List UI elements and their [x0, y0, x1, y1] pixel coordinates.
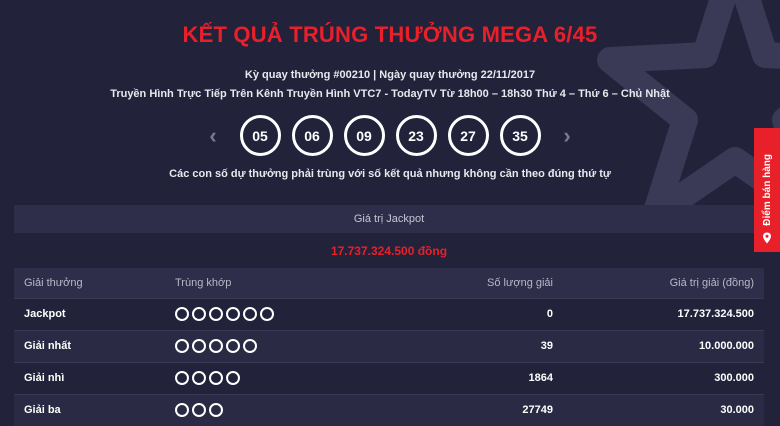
match-circle-icon [243, 307, 257, 321]
points-of-sale-tab[interactable]: Điểm bán hàng [754, 128, 780, 252]
number-ball: 06 [291, 115, 333, 156]
match-circle-icon [192, 371, 206, 385]
prize-count: 39 [335, 329, 563, 362]
number-ball: 23 [395, 115, 437, 156]
match-circle-icon [175, 339, 189, 353]
table-header-row: Giải thưởng Trùng khớp Số lượng giải Giá… [14, 268, 764, 298]
number-ball: 09 [343, 115, 385, 156]
match-circle-icon [209, 307, 223, 321]
prize-value: 17.737.324.500 [563, 297, 764, 330]
col-matches-header: Trùng khớp [175, 276, 232, 289]
prize-table: Giải thưởng Trùng khớp Số lượng giải Giá… [14, 268, 764, 426]
prize-count: 27749 [335, 393, 563, 426]
match-circle-icon [175, 403, 189, 418]
number-ball: 05 [239, 115, 281, 156]
table-row: Jackpot 0 17.737.324.500 [14, 297, 764, 330]
page-title: KẾT QUẢ TRÚNG THƯỞNG MEGA 6/45 [182, 22, 598, 47]
match-circle-icon [175, 371, 189, 385]
match-circle-icon [209, 371, 223, 385]
match-circle-icon [192, 307, 206, 321]
prize-count: 0 [335, 297, 563, 330]
prize-name: Jackpot [14, 297, 165, 330]
map-pin-icon [763, 232, 771, 244]
jackpot-value: 17.737.324.500 đồng [330, 244, 448, 258]
match-circle-icon [175, 307, 189, 321]
match-indicator [165, 393, 335, 426]
prize-value: 300.000 [563, 361, 764, 394]
order-note: Các con số dự thưởng phải trùng với số k… [169, 168, 611, 180]
broadcast-info: Truyền Hình Trực Tiếp Trên Kênh Truyền H… [110, 88, 670, 100]
side-tab-label: Điểm bán hàng [761, 154, 773, 226]
chevron-right-icon[interactable]: › [556, 123, 578, 149]
match-indicator [165, 329, 335, 362]
match-circle-icon [192, 339, 206, 353]
match-circle-icon [209, 339, 223, 353]
draw-info: Kỳ quay thưởng #00210 | Ngày quay thưởng… [244, 69, 536, 81]
prize-count: 1864 [335, 361, 563, 394]
prize-value: 10.000.000 [563, 329, 764, 362]
number-ball: 35 [499, 115, 541, 156]
table-row: Giải ba 27749 30.000 [14, 393, 764, 426]
chevron-left-icon[interactable]: ‹ [202, 123, 224, 149]
jackpot-label: Giá trị Jackpot [14, 205, 764, 233]
match-circle-icon [226, 307, 240, 321]
number-ball: 27 [447, 115, 489, 156]
match-circle-icon [226, 371, 240, 385]
table-row: Giải nhì 1864 300.000 [14, 361, 764, 394]
match-indicator [165, 297, 335, 330]
col-prize-header: Giải thưởng [24, 276, 83, 289]
col-value-header: Giá trị giải (đồng) [669, 276, 754, 289]
winning-numbers: ‹ 05 06 09 23 27 35 › [0, 115, 780, 156]
match-circle-icon [209, 403, 223, 418]
match-indicator [165, 361, 335, 394]
match-circle-icon [192, 403, 206, 418]
match-circle-icon [243, 339, 257, 353]
prize-name: Giải ba [14, 393, 165, 426]
prize-name: Giải nhì [14, 361, 165, 394]
table-row: Giải nhất 39 10.000.000 [14, 329, 764, 362]
prize-value: 30.000 [563, 393, 764, 426]
match-circle-icon [226, 339, 240, 353]
prize-name: Giải nhất [14, 329, 165, 362]
results-page: KẾT QUẢ TRÚNG THƯỞNG MEGA 6/45 Kỳ quay t… [0, 0, 780, 426]
col-count-header: Số lượng giải [487, 276, 553, 289]
match-circle-icon [260, 307, 274, 321]
